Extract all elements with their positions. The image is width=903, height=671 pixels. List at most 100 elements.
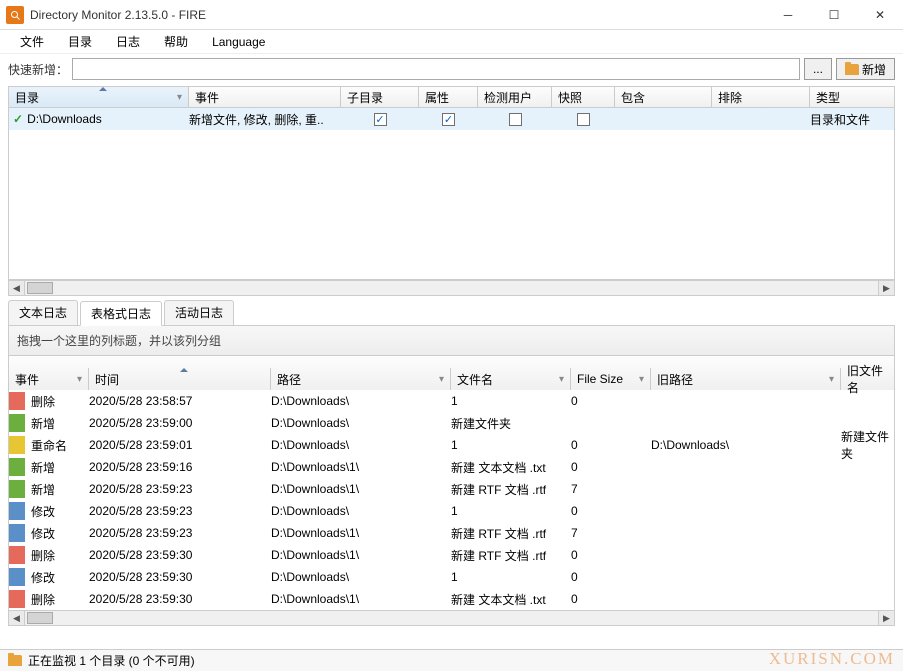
- log-time: 2020/5/28 23:59:01: [89, 438, 271, 452]
- log-path: D:\Downloads\: [271, 570, 451, 584]
- log-oldfile: 新建文件夹: [841, 428, 894, 462]
- log-time: 2020/5/28 23:59:23: [89, 504, 271, 518]
- log-col-oldpath[interactable]: 旧路径▾: [651, 368, 841, 390]
- log-path: D:\Downloads\1\: [271, 592, 451, 606]
- log-row[interactable]: 删除2020/5/28 23:59:30D:\Downloads\1\新建 文本…: [9, 588, 894, 610]
- title-bar: Directory Monitor 2.13.5.0 - FIRE ─ ☐ ✕: [0, 0, 903, 30]
- log-path: D:\Downloads\: [271, 438, 451, 452]
- col-include[interactable]: 包含: [615, 87, 712, 107]
- menu-directory[interactable]: 目录: [58, 31, 102, 52]
- directory-row[interactable]: ✓D:\Downloads 新增文件, 修改, 删除, 重.. 目录和文件: [9, 108, 894, 130]
- log-row[interactable]: 删除2020/5/28 23:59:30D:\Downloads\1\新建 RT…: [9, 544, 894, 566]
- log-filename: 1: [451, 570, 571, 584]
- quick-add-input[interactable]: [72, 58, 800, 80]
- menu-language[interactable]: Language: [202, 33, 275, 51]
- directory-grid-body: ✓D:\Downloads 新增文件, 修改, 删除, 重.. 目录和文件: [8, 108, 895, 130]
- menu-bar: 文件 目录 日志 帮助 Language: [0, 30, 903, 54]
- event-color-band: [9, 524, 25, 542]
- log-grid-body: 删除2020/5/28 23:58:57D:\Downloads\10新增202…: [8, 390, 895, 610]
- log-row[interactable]: 修改2020/5/28 23:59:30D:\Downloads\10: [9, 566, 894, 588]
- event-color-band: [9, 590, 25, 608]
- event-color-band: [9, 480, 25, 498]
- col-detect[interactable]: 检测用户: [478, 87, 552, 107]
- log-time: 2020/5/28 23:59:23: [89, 526, 271, 540]
- log-time: 2020/5/28 23:59:23: [89, 482, 271, 496]
- maximize-button[interactable]: ☐: [811, 0, 857, 30]
- event-color-band: [9, 414, 25, 432]
- log-row[interactable]: 修改 2020/5/28 23:59:23D:\Downloads\1\新建 RT…: [9, 522, 894, 544]
- sort-asc-icon: [99, 87, 107, 91]
- log-row[interactable]: 新增2020/5/28 23:59:23D:\Downloads\1\新建 RT…: [9, 478, 894, 500]
- log-filesize: 0: [571, 592, 651, 606]
- log-filesize: 0: [571, 570, 651, 584]
- col-exclude[interactable]: 排除: [712, 87, 810, 107]
- log-filename: 新建 RTF 文档 .rtf: [451, 525, 571, 542]
- log-event: 新增: [31, 481, 55, 498]
- log-col-time[interactable]: 时间: [89, 368, 271, 390]
- col-snapshot[interactable]: 快照: [552, 87, 615, 107]
- checkbox-detect[interactable]: [509, 113, 522, 126]
- log-filesize: 0: [571, 548, 651, 562]
- log-event: 修改: [31, 503, 55, 520]
- close-button[interactable]: ✕: [857, 0, 903, 30]
- filter-icon[interactable]: ▾: [559, 374, 564, 385]
- log-col-filename[interactable]: 文件名▾: [451, 368, 571, 390]
- menu-help[interactable]: 帮助: [154, 31, 198, 52]
- log-event: 修改: [31, 525, 55, 542]
- directory-grid-header: 目录▾ 事件 子目录 属性 检测用户 快照 包含 排除 类型: [8, 86, 895, 108]
- minimize-button[interactable]: ─: [765, 0, 811, 30]
- log-path: D:\Downloads\1\: [271, 526, 451, 540]
- log-filename: 新建 文本文档 .txt: [451, 459, 571, 476]
- log-event: 删除: [31, 591, 55, 608]
- log-col-event[interactable]: 事件▾: [9, 368, 89, 390]
- log-col-oldfile[interactable]: 旧文件名: [841, 368, 894, 390]
- tab-text-log[interactable]: 文本日志: [8, 300, 78, 325]
- tab-activity-log[interactable]: 活动日志: [164, 300, 234, 325]
- folder-icon: [8, 655, 22, 666]
- log-filename: 新建 RTF 文档 .rtf: [451, 547, 571, 564]
- filter-icon[interactable]: ▾: [829, 374, 834, 385]
- log-path: D:\Downloads\1\: [271, 460, 451, 474]
- sort-asc-icon: [180, 368, 188, 372]
- status-text: 正在监视 1 个目录 (0 个不可用): [28, 652, 195, 669]
- menu-log[interactable]: 日志: [106, 31, 150, 52]
- log-row[interactable]: 新增2020/5/28 23:59:00D:\Downloads\新建文件夹: [9, 412, 894, 434]
- log-filename: 新建 RTF 文档 .rtf: [451, 481, 571, 498]
- menu-file[interactable]: 文件: [10, 31, 54, 52]
- event-color-band: [9, 392, 25, 410]
- checkbox-subdir[interactable]: [374, 113, 387, 126]
- quick-add-label: 快速新增：: [8, 61, 68, 78]
- h-scrollbar-bottom[interactable]: ◀▶: [8, 610, 895, 626]
- tab-table-log[interactable]: 表格式日志: [80, 301, 162, 326]
- filter-icon[interactable]: ▾: [77, 374, 82, 385]
- quick-add-bar: 快速新增： ... 新增: [0, 54, 903, 84]
- h-scrollbar-top[interactable]: ◀▶: [8, 280, 895, 296]
- log-time: 2020/5/28 23:59:16: [89, 460, 271, 474]
- checkbox-snapshot[interactable]: [577, 113, 590, 126]
- browse-button[interactable]: ...: [804, 58, 832, 80]
- col-subdir[interactable]: 子目录: [341, 87, 419, 107]
- col-attr[interactable]: 属性: [419, 87, 478, 107]
- log-row[interactable]: 删除2020/5/28 23:58:57D:\Downloads\10: [9, 390, 894, 412]
- log-row[interactable]: 重命名2020/5/28 23:59:01D:\Downloads\10D:\D…: [9, 434, 894, 456]
- log-time: 2020/5/28 23:59:30: [89, 570, 271, 584]
- log-path: D:\Downloads\: [271, 504, 451, 518]
- add-button[interactable]: 新增: [836, 58, 895, 80]
- log-event: 删除: [31, 547, 55, 564]
- log-path: D:\Downloads\: [271, 416, 451, 430]
- col-directory[interactable]: 目录▾: [9, 87, 189, 107]
- log-tabs: 文本日志 表格式日志 活动日志: [8, 300, 895, 325]
- log-row[interactable]: 新增2020/5/28 23:59:16D:\Downloads\1\新建 文本…: [9, 456, 894, 478]
- col-type[interactable]: 类型: [810, 87, 894, 107]
- log-event: 新增: [31, 415, 55, 432]
- log-col-filesize[interactable]: File Size▾: [571, 368, 651, 390]
- log-col-path[interactable]: 路径▾: [271, 368, 451, 390]
- filter-icon[interactable]: ▾: [177, 92, 182, 103]
- filter-icon[interactable]: ▾: [639, 374, 644, 385]
- directory-type: 目录和文件: [810, 111, 894, 128]
- checkbox-attr[interactable]: [442, 113, 455, 126]
- col-events[interactable]: 事件: [189, 87, 341, 107]
- log-row[interactable]: 修改2020/5/28 23:59:23D:\Downloads\10: [9, 500, 894, 522]
- log-oldpath: D:\Downloads\: [651, 438, 841, 452]
- filter-icon[interactable]: ▾: [439, 374, 444, 385]
